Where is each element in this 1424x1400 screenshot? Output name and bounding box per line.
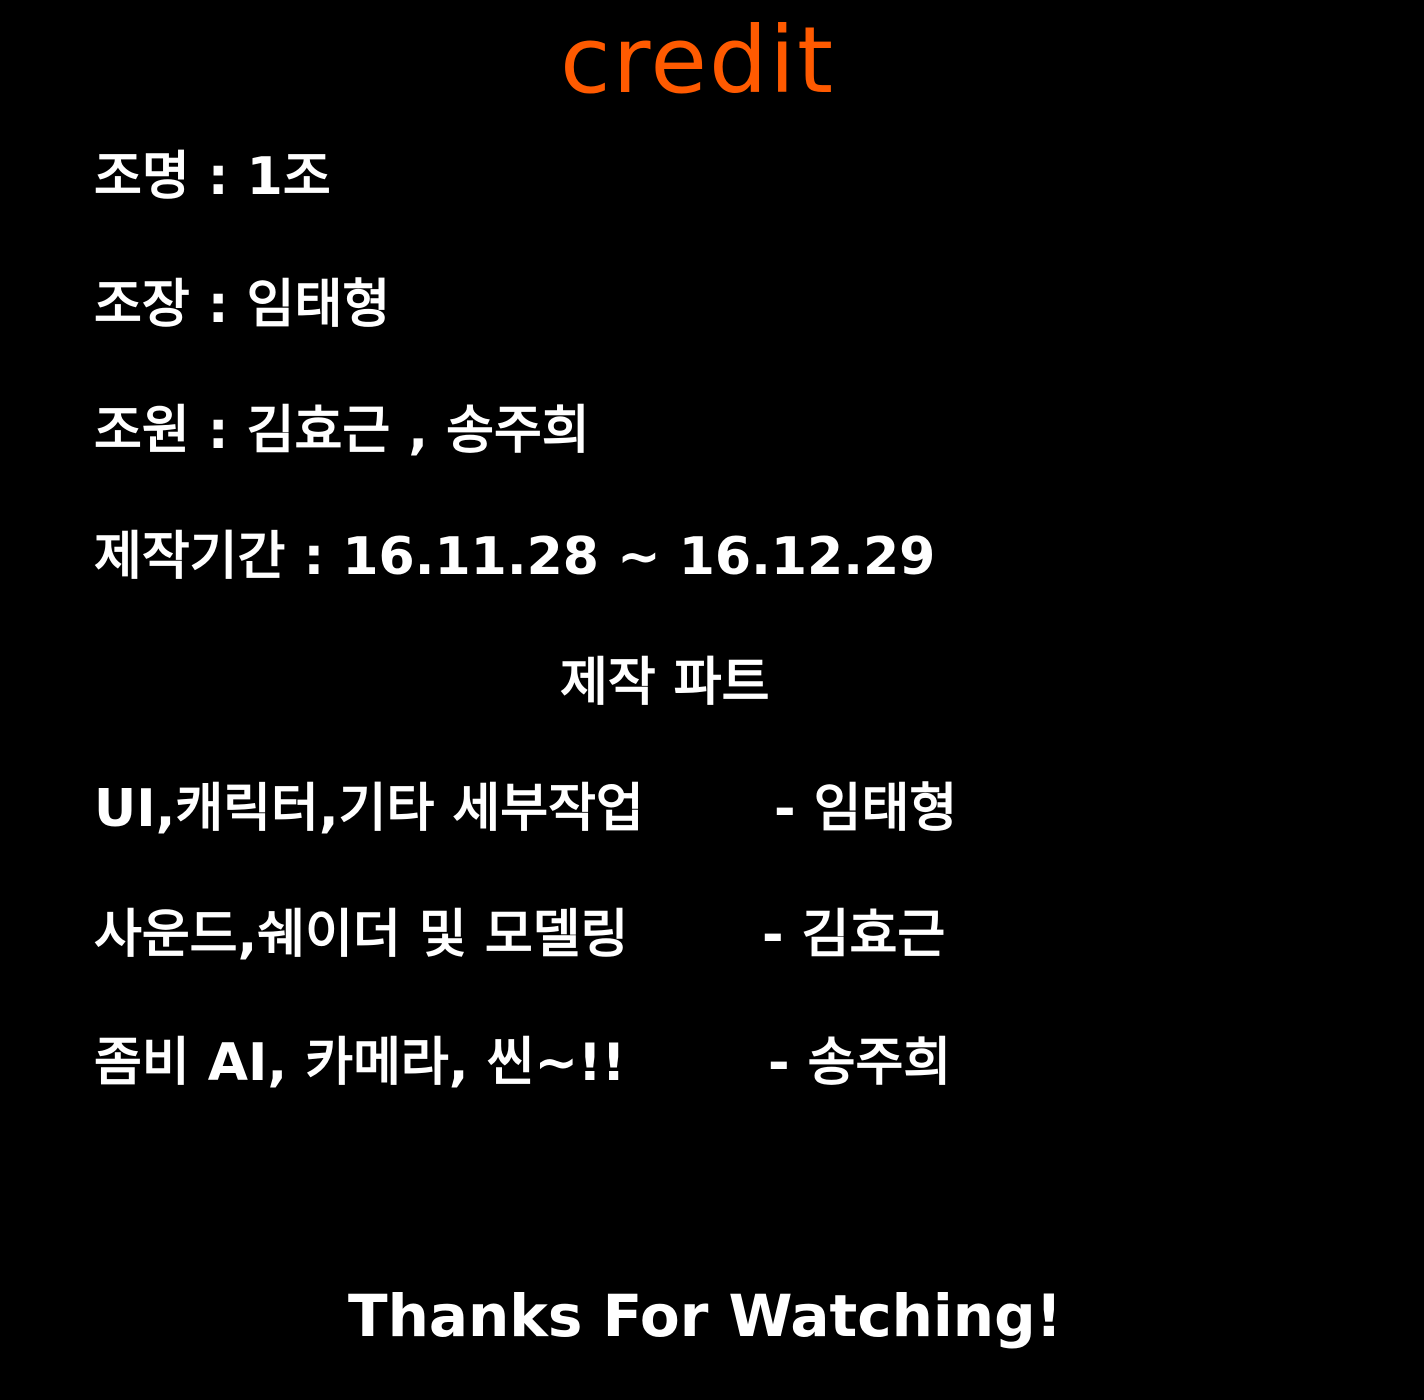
thanks-message: Thanks For Watching!: [348, 1282, 1063, 1350]
credit-person: - 김효근: [762, 905, 946, 965]
credit-person: - 송주희: [768, 1033, 952, 1093]
credit-role: UI,캐릭터,기타 세부작업: [94, 779, 644, 839]
team-leader-line: 조장 : 임태형: [94, 275, 391, 335]
credit-role: 사운드,쉐이더 및 모델링: [94, 905, 629, 965]
credit-row-ui: UI,캐릭터,기타 세부작업 - 임태형: [94, 774, 1014, 844]
credit-person: - 임태형: [774, 779, 958, 839]
team-name-line: 조명 : 1조: [94, 147, 331, 207]
team-members-line: 조원 : 김효근 , 송주희: [94, 401, 590, 461]
credit-row-sound: 사운드,쉐이더 및 모델링 - 김효근: [94, 900, 1014, 970]
credit-row-ai: 좀비 AI, 카메라, 씬~!! - 송주희: [94, 1028, 1014, 1098]
production-parts-heading: 제작 파트: [560, 653, 770, 713]
credits-title: credit: [560, 7, 836, 114]
credits-screen: credit 조명 : 1조 조장 : 임태형 조원 : 김효근 , 송주희 제…: [0, 0, 1424, 1400]
credit-role: 좀비 AI, 카메라, 씬~!!: [94, 1033, 626, 1093]
production-period-line: 제작기간 : 16.11.28 ~ 16.12.29: [94, 527, 936, 587]
